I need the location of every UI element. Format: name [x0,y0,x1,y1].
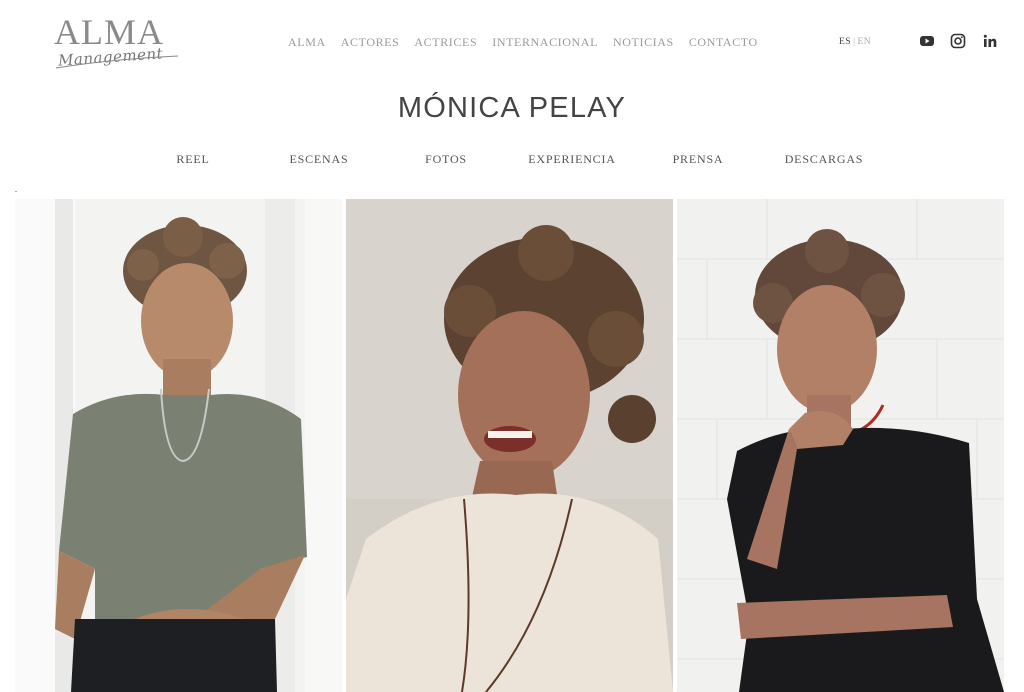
nav-item-alma[interactable]: ALMA [288,35,326,50]
gallery-photo-3[interactable] [677,199,1004,692]
tab-escenas[interactable]: ESCENAS [290,152,349,167]
youtube-icon[interactable] [919,33,935,49]
gallery-photo-2[interactable] [346,199,673,692]
lang-separator: | [853,37,856,47]
page-title: MÓNICA PELAY [397,92,627,124]
logo-swash-icon [55,55,179,69]
linkedin-icon[interactable] [982,33,998,49]
tab-prensa[interactable]: PRENSA [673,152,724,167]
tab-fotos[interactable]: FOTOS [425,152,467,167]
main-nav: ALMA ACTORES ACTRICES INTERNACIONAL NOTI… [288,35,773,50]
gallery-photo-1[interactable] [15,199,342,692]
instagram-icon[interactable] [950,33,966,49]
divider-mark [15,191,17,192]
tab-experiencia[interactable]: EXPERIENCIA [528,152,615,167]
nav-item-noticias[interactable]: NOTICIAS [613,35,674,50]
language-switcher: ES | EN [839,37,871,47]
site-header: ALMA Management ALMA ACTORES ACTRICES IN… [0,0,1024,84]
lang-en[interactable]: EN [858,37,872,47]
profile-subnav: REEL ESCENAS FOTOS EXPERIENCIA PRENSA DE… [140,152,900,172]
alma-logo[interactable]: ALMA Management [54,14,180,76]
tab-reel[interactable]: REEL [176,152,209,167]
nav-item-contacto[interactable]: CONTACTO [689,35,758,50]
nav-item-actores[interactable]: ACTORES [341,35,400,50]
nav-item-internacional[interactable]: INTERNACIONAL [492,35,598,50]
nav-item-actrices[interactable]: ACTRICES [414,35,477,50]
lang-es[interactable]: ES [839,37,851,47]
tab-descargas[interactable]: DESCARGAS [785,152,864,167]
photo-gallery [15,199,1004,692]
